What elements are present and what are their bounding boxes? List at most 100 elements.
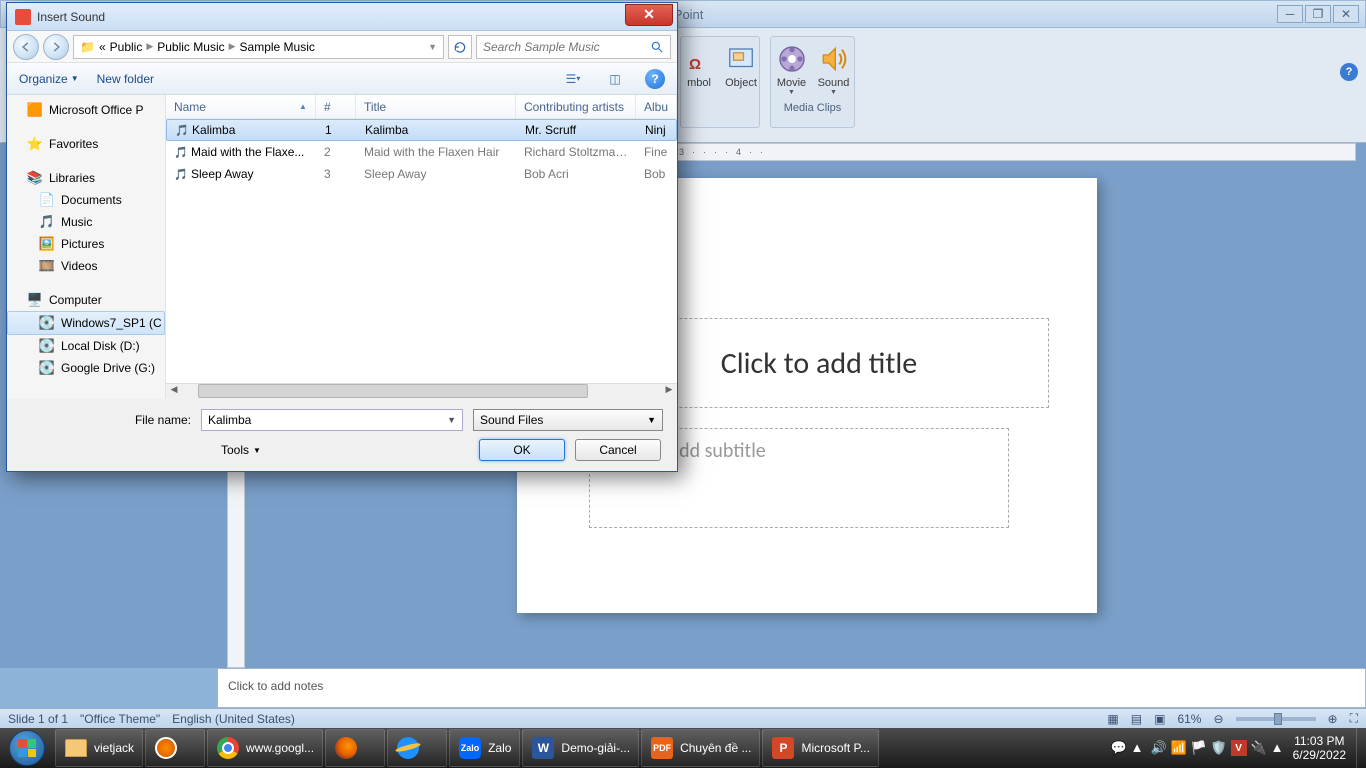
sidebar-item-gdrive[interactable]: 💽Google Drive (G:): [7, 357, 165, 379]
view-normal-icon[interactable]: ▦: [1107, 712, 1118, 726]
sidebar-item-win7[interactable]: 💽Windows7_SP1 (C: [7, 311, 165, 335]
file-row[interactable]: 🎵 Sleep Away3Sleep AwayBob AcriBob: [166, 163, 677, 185]
taskbar-clock[interactable]: 11:03 PM 6/29/2022: [1293, 734, 1346, 763]
media-clips-label: Media Clips: [777, 102, 848, 114]
sort-ascending-icon: ▲: [299, 102, 307, 111]
sound-dropdown-icon: ▼: [830, 89, 837, 96]
taskbar-item[interactable]: [387, 729, 447, 767]
taskbar-item[interactable]: vietjack: [55, 729, 143, 767]
theme-name: "Office Theme": [80, 712, 160, 726]
sidebar-item-music[interactable]: 🎵Music: [7, 211, 165, 233]
chevron-down-icon: ▼: [647, 415, 656, 425]
tray-drive-icon[interactable]: ▲: [1131, 740, 1147, 756]
breadcrumb-public[interactable]: Public: [110, 40, 143, 54]
nav-back-button[interactable]: [13, 34, 39, 60]
breadcrumb-sample-music[interactable]: Sample Music: [240, 40, 315, 54]
cancel-button[interactable]: Cancel: [575, 439, 661, 461]
sidebar-item-libraries[interactable]: 📚Libraries: [7, 167, 165, 189]
taskbar-item[interactable]: WDemo-giải-...: [522, 729, 639, 767]
taskbar-item[interactable]: www.googl...: [207, 729, 323, 767]
movie-button[interactable]: Movie ▼: [774, 41, 810, 98]
horizontal-scrollbar[interactable]: ◀ ▶: [166, 383, 677, 399]
dialog-titlebar[interactable]: Insert Sound ✕: [7, 3, 677, 31]
ok-button[interactable]: OK: [479, 439, 565, 461]
symbol-button[interactable]: Ω mbol: [681, 41, 717, 91]
taskbar-item[interactable]: [145, 729, 205, 767]
column-name[interactable]: Name▲: [166, 95, 316, 118]
sidebar-item-local-d[interactable]: 💽Local Disk (D:): [7, 335, 165, 357]
tray-volume-icon[interactable]: 🔊: [1151, 740, 1167, 756]
start-button[interactable]: [0, 728, 54, 768]
preview-pane-button[interactable]: ◫: [603, 68, 627, 90]
chrome-icon: [216, 736, 240, 760]
tray-zalo-icon[interactable]: 💬: [1111, 740, 1127, 756]
libraries-icon: 📚: [27, 170, 43, 186]
column-artist[interactable]: Contributing artists: [516, 95, 636, 118]
zoom-slider[interactable]: [1236, 717, 1316, 721]
sound-button[interactable]: Sound ▼: [816, 41, 852, 98]
language-status[interactable]: English (United States): [172, 712, 295, 726]
refresh-button[interactable]: [448, 35, 472, 59]
tray-network-icon[interactable]: 📶: [1171, 740, 1187, 756]
sidebar-item-office[interactable]: 🟧Microsoft Office P: [7, 99, 165, 121]
show-desktop-button[interactable]: [1356, 728, 1366, 768]
dialog-close-button[interactable]: ✕: [625, 4, 673, 26]
view-options-button[interactable]: ☰ ▾: [561, 68, 585, 90]
dialog-navigation: 📁 « Public ▶ Public Music ▶ Sample Music…: [7, 31, 677, 63]
column-title[interactable]: Title: [356, 95, 516, 118]
address-dropdown-icon[interactable]: ▼: [428, 42, 437, 52]
object-button[interactable]: Object: [723, 41, 759, 91]
filename-input[interactable]: Kalimba ▼: [201, 409, 463, 431]
minimize-button[interactable]: ─: [1277, 5, 1303, 23]
dialog-help-button[interactable]: ?: [645, 69, 665, 89]
taskbar-item[interactable]: [325, 729, 385, 767]
navigation-sidebar[interactable]: 🟧Microsoft Office P ⭐Favorites 📚Librarie…: [7, 95, 166, 399]
tray-unikey-icon[interactable]: V: [1231, 740, 1247, 756]
search-input[interactable]: [483, 40, 650, 54]
close-button[interactable]: ✕: [1333, 5, 1359, 23]
tools-menu[interactable]: Tools ▼: [221, 443, 261, 457]
chevron-right-icon: ▶: [146, 41, 153, 52]
organize-button[interactable]: Organize ▼: [19, 72, 79, 86]
tray-flag-icon[interactable]: 🏳️: [1191, 740, 1207, 756]
nav-forward-button[interactable]: [43, 34, 69, 60]
new-folder-button[interactable]: New folder: [97, 72, 154, 86]
tray-more-icon[interactable]: ▲: [1271, 740, 1287, 756]
filetype-select[interactable]: Sound Files ▼: [473, 409, 663, 431]
ppt-window-controls: ─ ❐ ✕: [1277, 5, 1359, 23]
view-slideshow-icon[interactable]: ▣: [1154, 712, 1165, 726]
sidebar-item-documents[interactable]: 📄Documents: [7, 189, 165, 211]
zoom-in-button[interactable]: ⊕: [1328, 712, 1338, 726]
restore-button[interactable]: ❐: [1305, 5, 1331, 23]
notes-pane[interactable]: Click to add notes: [217, 668, 1366, 708]
zoom-level[interactable]: 61%: [1177, 712, 1201, 726]
scrollbar-thumb[interactable]: [198, 384, 588, 398]
chevron-down-icon[interactable]: ▼: [447, 415, 456, 425]
column-number[interactable]: #: [316, 95, 356, 118]
sidebar-item-computer[interactable]: 🖥️Computer: [7, 289, 165, 311]
taskbar: vietjack www.googl... ZaloZaloWDemo-giải-.…: [0, 728, 1366, 768]
file-row[interactable]: 🎵 Kalimba1KalimbaMr. ScruffNinj: [166, 119, 677, 141]
taskbar-item[interactable]: ZaloZalo: [449, 729, 520, 767]
pictures-icon: 🖼️: [39, 236, 55, 252]
sidebar-item-pictures[interactable]: 🖼️Pictures: [7, 233, 165, 255]
taskbar-item[interactable]: PDFChuyên đề ...: [641, 729, 760, 767]
taskbar-item[interactable]: PMicrosoft P...: [762, 729, 878, 767]
column-album[interactable]: Albu: [636, 95, 677, 118]
wmplayer-icon: [154, 736, 178, 760]
folder-icon: 📁: [80, 40, 95, 54]
tray-antivirus-icon[interactable]: 🛡️: [1211, 740, 1227, 756]
address-bar[interactable]: 📁 « Public ▶ Public Music ▶ Sample Music…: [73, 35, 444, 59]
help-icon[interactable]: ?: [1340, 63, 1358, 81]
view-sorter-icon[interactable]: ▤: [1131, 712, 1142, 726]
zoom-out-button[interactable]: ⊖: [1213, 712, 1223, 726]
dialog-body: 🟧Microsoft Office P ⭐Favorites 📚Librarie…: [7, 95, 677, 399]
sidebar-item-videos[interactable]: 🎞️Videos: [7, 255, 165, 277]
file-row[interactable]: 🎵 Maid with the Flaxe...2Maid with the F…: [166, 141, 677, 163]
search-box[interactable]: [476, 35, 671, 59]
fit-to-window-button[interactable]: ⛶: [1350, 711, 1358, 726]
sidebar-item-favorites[interactable]: ⭐Favorites: [7, 133, 165, 155]
slide-info: Slide 1 of 1: [8, 712, 68, 726]
tray-power-icon[interactable]: 🔌: [1251, 740, 1267, 756]
breadcrumb-public-music[interactable]: Public Music: [157, 40, 224, 54]
